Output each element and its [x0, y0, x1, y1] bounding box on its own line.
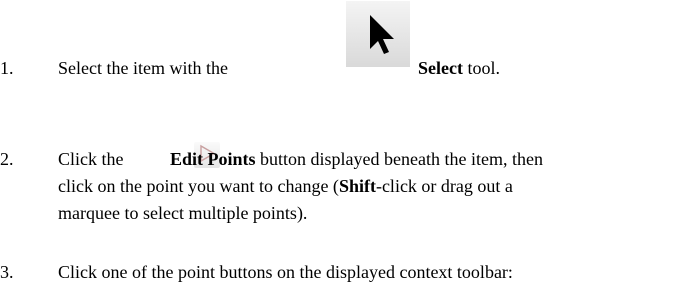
step-line-2: click on the point you want to change (S…	[58, 173, 513, 200]
select-label: Select	[418, 58, 463, 78]
step-line-1-rest: Edit Points button displayed beneath the…	[170, 146, 543, 173]
line2-end: -click or drag out a	[375, 176, 513, 196]
line2-start: click on the point you want to change (	[58, 176, 339, 196]
step-line-1: Click the	[58, 146, 124, 173]
step-text-tail: tool.	[462, 58, 500, 78]
step-text: Click one of the point buttons on the di…	[58, 262, 513, 282]
step-number: 2.	[0, 149, 14, 169]
step-text-start: Select the item with the	[58, 58, 228, 78]
step-number: 1.	[0, 58, 14, 78]
step-text-end: Select tool.	[418, 55, 500, 82]
edit-points-label: Edit Points	[170, 149, 256, 169]
step-text-tail: button displayed beneath the item, then	[255, 149, 543, 169]
shift-label: Shift	[338, 176, 376, 196]
step-number: 3.	[0, 262, 14, 282]
select-arrow-icon	[346, 1, 410, 67]
step-line-3: marquee to select multiple points).	[58, 203, 308, 223]
step-text-start: Click the	[58, 149, 124, 169]
